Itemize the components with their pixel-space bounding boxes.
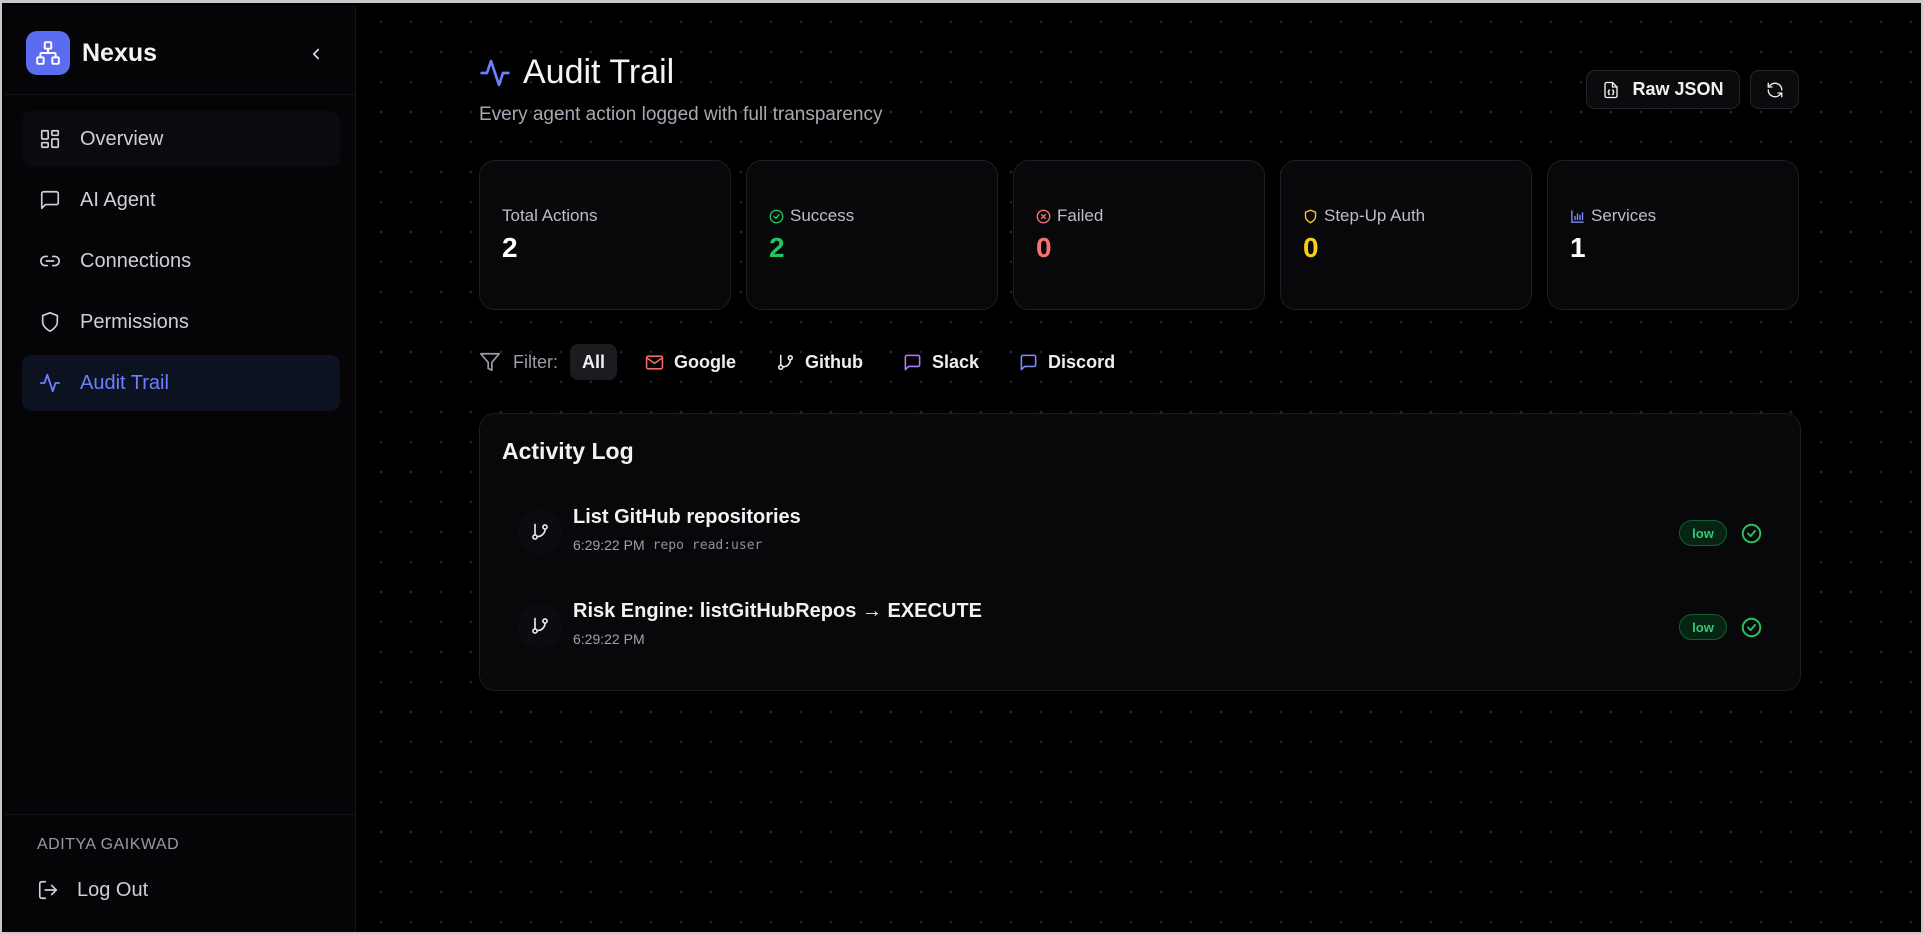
sidebar-item-label: Overview [80, 127, 164, 150]
logout-label: Log Out [77, 878, 149, 901]
git-branch-icon [518, 604, 562, 648]
message-square-icon [903, 352, 923, 372]
app-window: Nexus Overview AI Agent Connections Perm… [0, 0, 1923, 934]
stat-card-success: Success 2 [746, 160, 998, 310]
filter-icon [479, 350, 503, 374]
log-entry[interactable]: Risk Engine: listGitHubRepos → EXECUTE 6… [518, 596, 1768, 656]
git-branch-icon [776, 352, 796, 372]
chip-label: Discord [1048, 351, 1116, 372]
log-entry-time: 6:29:22 PM [573, 537, 645, 553]
risk-badge: low [1679, 614, 1727, 640]
scope-tag: repo [652, 537, 684, 553]
filter-bar: Filter: All Google Github Slack Discord [479, 344, 1143, 380]
log-entry-title: List GitHub repositories [573, 506, 801, 528]
stat-card-failed: Failed 0 [1013, 160, 1265, 310]
stat-label: Step-Up Auth [1324, 206, 1426, 225]
x-circle-icon [1036, 208, 1052, 224]
check-circle-icon [769, 208, 785, 224]
stat-value: 2 [769, 232, 785, 263]
check-circle-icon [1741, 522, 1763, 544]
stats-row: Total Actions 2 Success 2 Failed 0 Step-… [479, 160, 1799, 310]
app-name: Nexus [82, 38, 158, 67]
file-json-icon [1602, 81, 1620, 99]
stat-label: Services [1591, 206, 1657, 225]
stat-label: Total Actions [502, 206, 598, 225]
raw-json-label: Raw JSON [1632, 79, 1724, 99]
stat-value: 0 [1303, 232, 1319, 263]
check-circle-icon [1741, 616, 1763, 638]
layout-dashboard-icon [38, 127, 62, 151]
activity-icon [479, 56, 513, 90]
sidebar-item-overview[interactable]: Overview [22, 111, 340, 167]
log-entry[interactable]: List GitHub repositories 6:29:22 PM repo… [518, 502, 1768, 562]
sidebar-item-label: Connections [80, 249, 192, 272]
sidebar-item-permissions[interactable]: Permissions [22, 294, 340, 350]
stat-label: Failed [1057, 206, 1104, 225]
git-branch-icon [518, 510, 562, 554]
user-name: ADITYA GAIKWAD [37, 836, 180, 853]
shield-icon [38, 310, 62, 334]
chip-label: Google [674, 351, 737, 372]
stat-card-step-up-auth: Step-Up Auth 0 [1280, 160, 1532, 310]
filter-chip-all[interactable]: All [570, 344, 618, 380]
stat-value: 1 [1570, 232, 1586, 263]
collapse-sidebar-button[interactable] [304, 42, 328, 66]
filter-chip-slack[interactable]: Slack [891, 344, 991, 380]
sidebar-item-label: Audit Trail [80, 371, 169, 394]
page-subtitle: Every agent action logged with full tran… [479, 104, 883, 125]
filter-chip-github[interactable]: Github [764, 344, 875, 380]
scope-tag: read:user [691, 537, 763, 553]
page-title: Audit Trail [523, 53, 675, 91]
stat-card-total-actions: Total Actions 2 [479, 160, 731, 310]
log-entry-title: Risk Engine: listGitHubRepos → EXECUTE [573, 600, 982, 622]
sidebar-nav: Overview AI Agent Connections Permission… [22, 111, 340, 416]
mail-icon [645, 352, 665, 372]
chevron-left-icon [312, 48, 320, 60]
filter-chip-google[interactable]: Google [633, 344, 748, 380]
sidebar: Nexus Overview AI Agent Connections Perm… [4, 6, 356, 932]
stat-value: 0 [1036, 232, 1052, 263]
chip-label: All [582, 351, 606, 372]
message-square-icon [1019, 352, 1039, 372]
sidebar-item-label: AI Agent [80, 188, 156, 211]
log-out-icon [37, 878, 61, 902]
message-square-icon [38, 188, 62, 212]
logout-button[interactable]: Log Out [37, 878, 148, 902]
link-icon [38, 249, 62, 273]
page-header: Audit Trail Every agent action logged wi… [479, 53, 882, 126]
refresh-button[interactable] [1750, 70, 1799, 109]
filter-chip-discord[interactable]: Discord [1007, 344, 1127, 380]
divider [4, 814, 355, 815]
chip-label: Github [805, 351, 863, 372]
sidebar-item-audit-trail[interactable]: Audit Trail [22, 355, 340, 411]
activity-log-title: Activity Log [502, 438, 634, 464]
sidebar-item-ai-agent[interactable]: AI Agent [22, 172, 340, 228]
stat-label: Success [790, 206, 855, 225]
chip-label: Slack [932, 351, 980, 372]
brand[interactable]: Nexus [26, 30, 157, 76]
stat-value: 2 [502, 232, 518, 263]
bar-chart-icon [1570, 208, 1586, 224]
activity-log-card: Activity Log List GitHub repositories 6:… [479, 413, 1801, 691]
sidebar-item-label: Permissions [80, 310, 189, 333]
stat-card-services: Services 1 [1547, 160, 1799, 310]
risk-badge: low [1679, 520, 1727, 546]
refresh-icon [1767, 82, 1782, 97]
log-entry-time: 6:29:22 PM [573, 631, 645, 647]
network-icon [26, 31, 70, 75]
sidebar-item-connections[interactable]: Connections [22, 233, 340, 289]
activity-icon [38, 371, 62, 395]
raw-json-button[interactable]: Raw JSON [1586, 70, 1740, 109]
header-actions: Raw JSON [1586, 70, 1799, 109]
divider [4, 94, 355, 95]
filter-label: Filter: [513, 351, 558, 372]
shield-icon [1303, 208, 1319, 224]
